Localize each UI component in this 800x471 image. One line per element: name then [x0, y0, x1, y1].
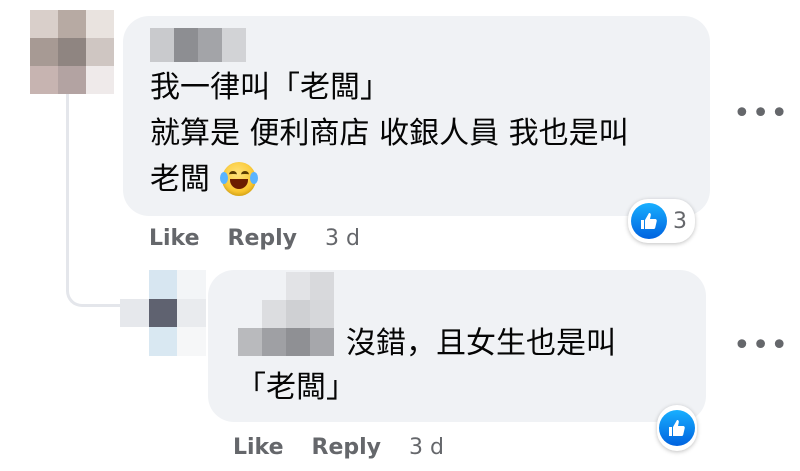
- tears-of-joy-emoji: [220, 162, 258, 196]
- avatar[interactable]: [120, 270, 206, 356]
- thumbs-up-icon: [659, 410, 695, 446]
- reaction-summary[interactable]: [657, 405, 697, 451]
- more-options-icon[interactable]: •••: [733, 99, 789, 129]
- like-link[interactable]: Like: [233, 435, 284, 460]
- author-name[interactable]: [238, 272, 358, 356]
- like-link[interactable]: Like: [149, 226, 200, 251]
- thumbs-up-icon: [631, 203, 667, 239]
- comment-text-line: 「老闆」: [236, 370, 356, 405]
- comment-text-line: 就算是 便利商店 收銀人員 我也是叫: [150, 116, 629, 151]
- reply-link[interactable]: Reply: [228, 226, 298, 251]
- comment-actions: Like Reply 3 d: [233, 435, 472, 460]
- timestamp[interactable]: 3 d: [409, 435, 444, 460]
- avatar[interactable]: [30, 10, 114, 94]
- author-name[interactable]: [150, 28, 246, 62]
- comment-text-line: 我一律叫「老闆」: [150, 70, 390, 105]
- comment-text-line: 老闆: [150, 162, 210, 197]
- more-options-icon[interactable]: •••: [733, 331, 789, 361]
- thread-connector: [66, 92, 121, 307]
- reaction-summary[interactable]: 3: [628, 199, 695, 243]
- comment-actions: Like Reply 3 d: [149, 226, 388, 251]
- reaction-count: 3: [673, 208, 687, 234]
- reply-link[interactable]: Reply: [312, 435, 382, 460]
- timestamp[interactable]: 3 d: [325, 226, 360, 251]
- comment-text-line: 沒錯，且女生也是叫: [346, 326, 616, 361]
